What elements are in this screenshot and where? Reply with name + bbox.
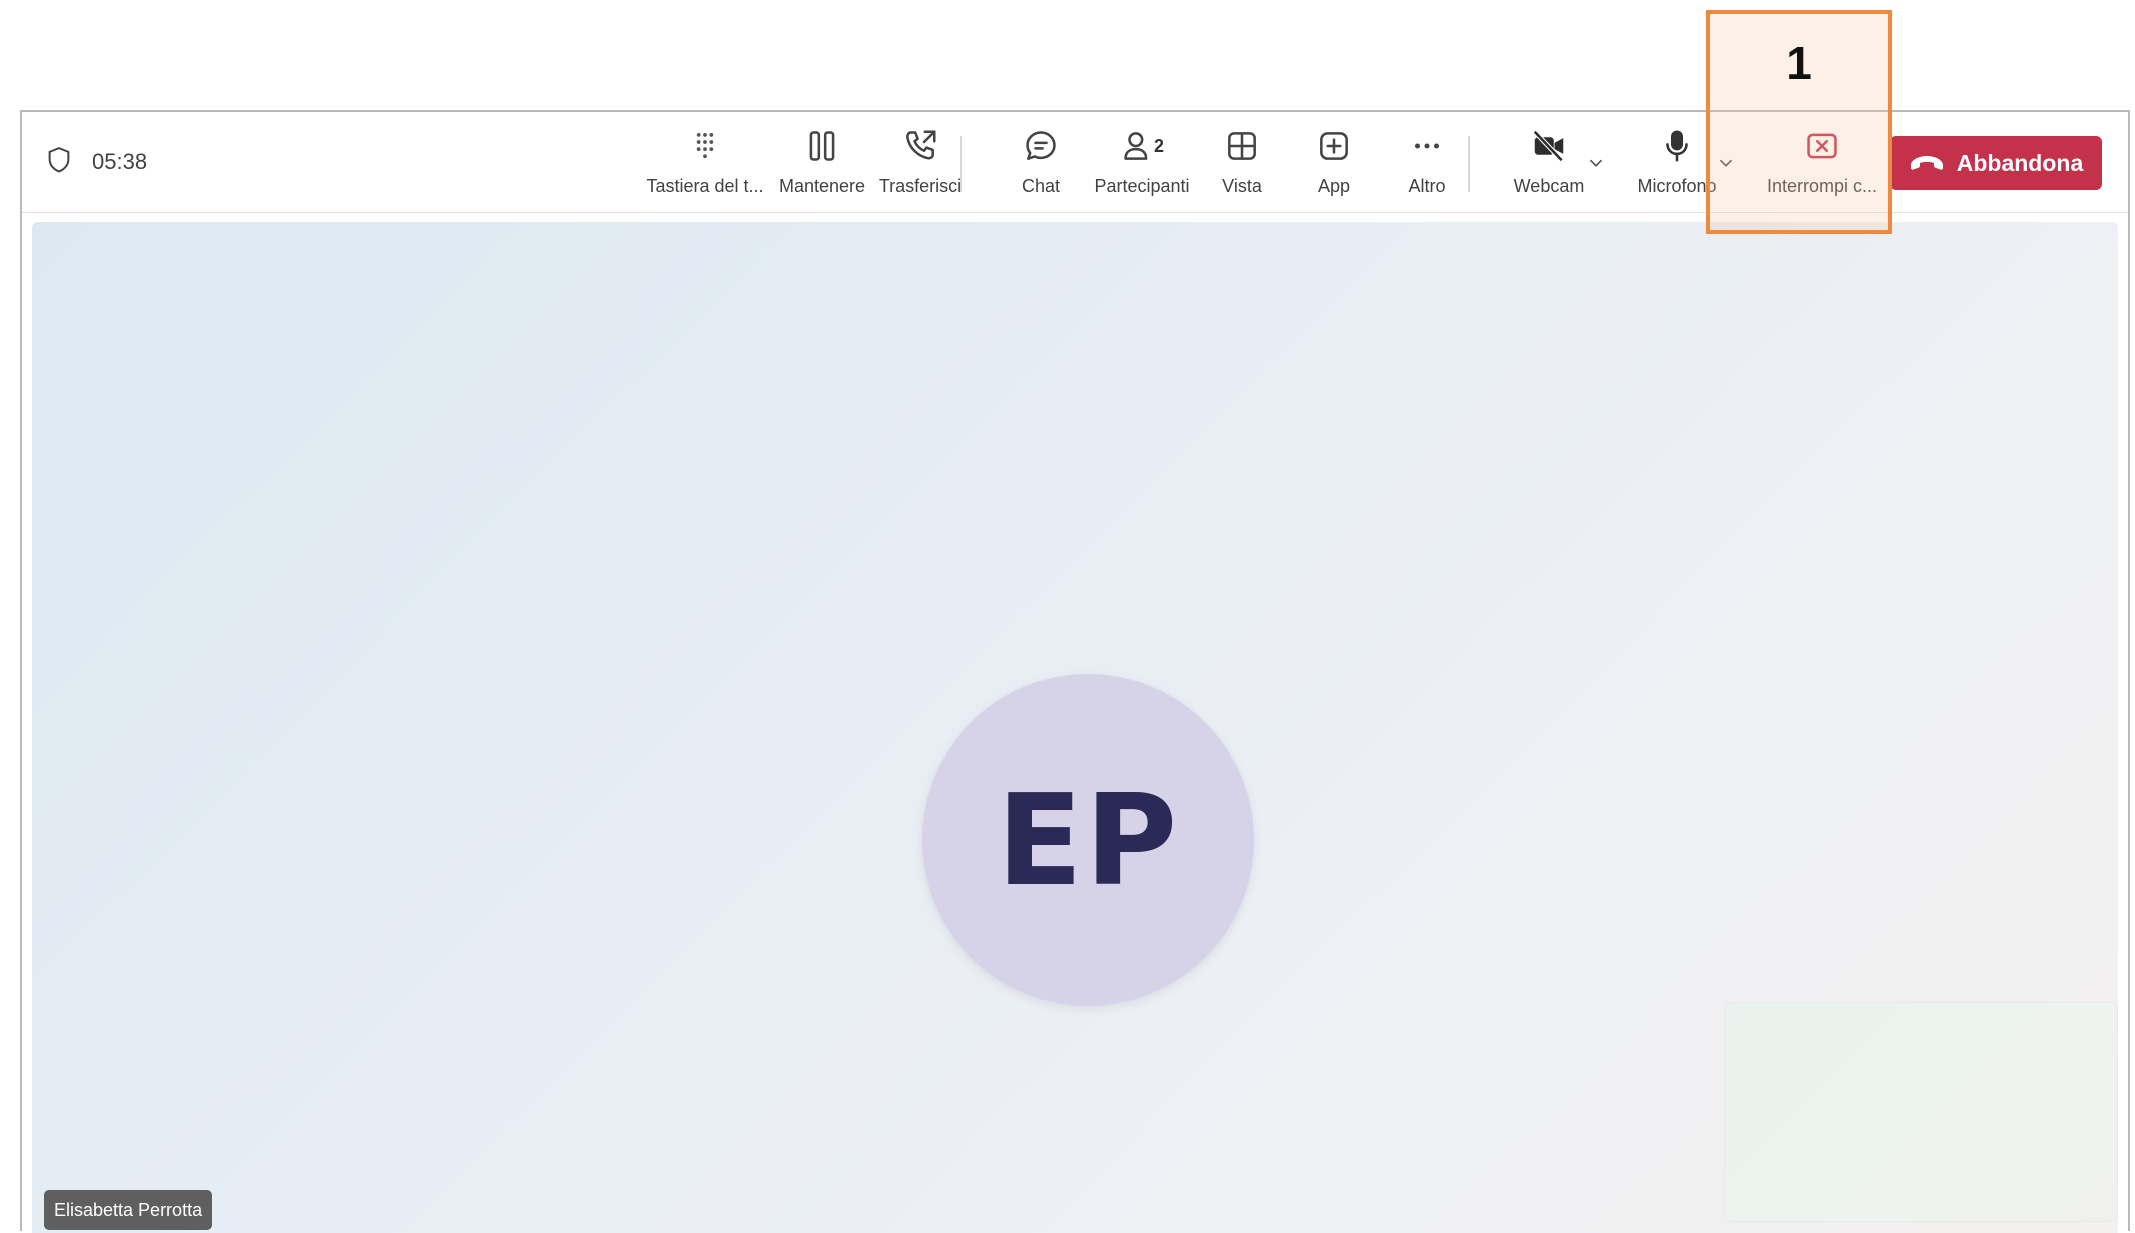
- chevron-down-icon: [1589, 159, 1603, 167]
- annotation-callout: 1: [1706, 10, 1892, 234]
- call-timer: 05:38: [92, 149, 148, 174]
- call-window: 05:38 Tastiera del t... Mantenere Trasfe…: [20, 110, 2130, 1233]
- people-icon: 2: [1112, 126, 1172, 166]
- more-icon: [1404, 126, 1450, 166]
- dialpad-label: Tastiera del t...: [646, 176, 764, 196]
- video-stage: EP Elisabetta Perrotta: [32, 222, 2118, 1233]
- toolbar-divider: [1468, 136, 1470, 192]
- chat-icon: [1018, 126, 1064, 166]
- transfer-button[interactable]: Trasferisci: [865, 126, 975, 204]
- hold-label: Mantenere: [778, 176, 866, 196]
- hang-up-icon: [1910, 156, 1943, 170]
- toolbar-divider: [960, 136, 962, 192]
- participant-avatar: EP: [922, 674, 1254, 1006]
- dialpad-icon: [682, 126, 728, 166]
- avatar-initials: EP: [996, 766, 1180, 914]
- chat-label: Chat: [1021, 176, 1061, 196]
- hold-button[interactable]: Mantenere: [767, 126, 877, 204]
- hold-icon: [799, 126, 845, 166]
- more-label: Altro: [1408, 176, 1446, 196]
- transfer-icon: [897, 126, 943, 166]
- participant-name-tag: Elisabetta Perrotta: [44, 1190, 213, 1230]
- microphone-label: Microfono: [1637, 176, 1717, 196]
- apps-label: App: [1317, 176, 1351, 196]
- grid-icon: [1219, 126, 1265, 166]
- self-view-preview[interactable]: [1724, 1002, 2118, 1222]
- shield-icon: [44, 145, 74, 180]
- dialpad-button[interactable]: Tastiera del t...: [646, 126, 764, 204]
- webcam-label: Webcam: [1513, 176, 1585, 196]
- camera-off-icon: [1526, 126, 1572, 166]
- participants-button[interactable]: 2 Partecipanti: [1087, 126, 1197, 204]
- mic-icon: [1654, 126, 1700, 166]
- callout-number: 1: [1786, 37, 1812, 89]
- more-button[interactable]: Altro: [1372, 126, 1482, 204]
- call-status: 05:38: [44, 112, 147, 212]
- transfer-label: Trasferisci: [878, 176, 962, 196]
- participants-count-badge: 2: [1153, 135, 1164, 156]
- webcam-options-chevron[interactable]: [1585, 152, 1607, 174]
- participants-label: Partecipanti: [1094, 176, 1190, 196]
- chat-button[interactable]: Chat: [986, 126, 1096, 204]
- add-app-icon: [1311, 126, 1357, 166]
- leave-call-button[interactable]: Abbandona: [1890, 136, 2102, 190]
- view-label: Vista: [1222, 176, 1262, 196]
- leave-label: Abbandona: [1956, 149, 2084, 176]
